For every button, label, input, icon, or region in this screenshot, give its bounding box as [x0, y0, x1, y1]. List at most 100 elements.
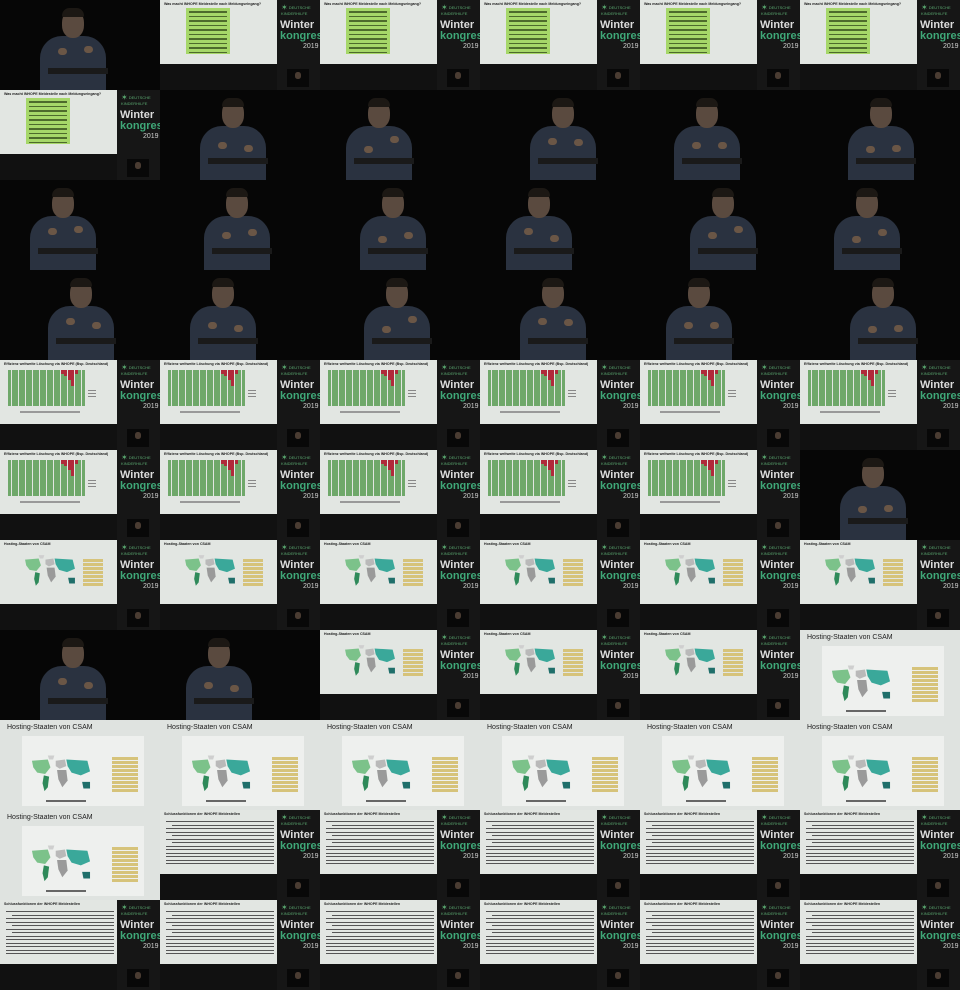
speaker-frame[interactable] — [480, 90, 640, 180]
country-row — [723, 657, 743, 660]
slide-frame-hosting[interactable]: Hosting-Staaten von CSAM DEUTSCHE KINDERH… — [640, 630, 800, 720]
map-region — [45, 558, 55, 567]
stacked-bar-chart — [168, 370, 246, 406]
speaker-frame[interactable] — [640, 90, 800, 180]
country-row — [883, 559, 903, 562]
speaker-frame[interactable] — [480, 270, 640, 360]
slide-frame-schluss[interactable]: Schlussfunktionen der INHOPE Meldestelle… — [640, 900, 800, 990]
slide-frame-schluss[interactable]: Schlussfunktionen der INHOPE Meldestelle… — [320, 900, 480, 990]
slide-frame-loeschung[interactable]: Effizienz weltweite Löschung via INHOPE … — [320, 360, 480, 450]
slide-frame-loeschung[interactable]: Effizienz weltweite Löschung via INHOPE … — [160, 360, 320, 450]
slide-frame-hosting-full[interactable]: Hosting-Staaten von CSAM — [480, 720, 640, 810]
slide-frame-hosting-full[interactable]: Hosting-Staaten von CSAM — [800, 630, 960, 720]
slide-frame-hosting-full[interactable]: Hosting-Staaten von CSAM — [0, 810, 160, 900]
slide-frame-hosting[interactable]: Hosting-Staaten von CSAM DEUTSCHE KINDERH… — [640, 540, 800, 630]
slide-frame-loeschung[interactable]: Effizienz weltweite Löschung via INHOPE … — [160, 450, 320, 540]
speaker-hair — [862, 458, 884, 467]
slide-frame-hosting[interactable]: Hosting-Staaten von CSAM DEUTSCHE KINDERH… — [480, 540, 640, 630]
slide-frame-loeschung[interactable]: Effizienz weltweite Löschung via INHOPE … — [480, 360, 640, 450]
speaker-hand — [234, 325, 243, 332]
slide-frame-loeschung[interactable]: Effizienz weltweite Löschung via INHOPE … — [640, 450, 800, 540]
slide-frame-meldestelle[interactable]: Was macht INHOPE Meldestelle nach Meldun… — [640, 0, 800, 90]
speaker-frame[interactable] — [0, 630, 160, 720]
slide-frame-meldestelle[interactable]: Was macht INHOPE Meldestelle nach Meldun… — [0, 90, 160, 180]
speaker-frame[interactable] — [160, 90, 320, 180]
country-row — [83, 575, 103, 578]
speaker-frame[interactable] — [480, 180, 640, 270]
slide-frame-hosting[interactable]: Hosting-Staaten von CSAM DEUTSCHE KINDERH… — [320, 540, 480, 630]
slide-frame-hosting[interactable]: Hosting-Staaten von CSAM DEUTSCHE KINDERH… — [0, 540, 160, 630]
speaker-frame[interactable] — [160, 270, 320, 360]
slide-frame-hosting[interactable]: Hosting-Staaten von CSAM DEUTSCHE KINDERH… — [160, 540, 320, 630]
speaker-frame[interactable] — [800, 270, 960, 360]
brand-year: 2019 — [303, 943, 319, 950]
speaker-frame[interactable] — [640, 270, 800, 360]
country-row — [563, 571, 583, 574]
map-region — [375, 759, 387, 769]
slide-frame-schluss[interactable]: Schlussfunktionen der INHOPE Meldestelle… — [160, 810, 320, 900]
slide-frame-meldestelle[interactable]: Was macht INHOPE Meldestelle nach Meldun… — [480, 0, 640, 90]
speaker-frame[interactable] — [160, 180, 320, 270]
speaker-frame[interactable] — [320, 270, 480, 360]
speaker-frame[interactable] — [320, 90, 480, 180]
country-row — [883, 583, 903, 586]
slide-frame-hosting[interactable]: Hosting-Staaten von CSAM DEUTSCHE KINDERH… — [320, 630, 480, 720]
legend-line — [888, 389, 896, 391]
speaker-frame[interactable] — [640, 180, 800, 270]
country-row — [723, 661, 743, 664]
brand-logo: DEUTSCHE KINDERHILFE — [281, 4, 320, 16]
brand-logo: DEUTSCHE KINDERHILFE — [281, 454, 320, 466]
slide-frame-hosting[interactable]: Hosting-Staaten von CSAM DEUTSCHE KINDERH… — [480, 630, 640, 720]
slide-frame-loeschung[interactable]: Effizienz weltweite Löschung via INHOPE … — [320, 450, 480, 540]
country-row — [752, 765, 778, 768]
country-row — [752, 773, 778, 776]
country-row — [243, 571, 263, 574]
slide-frame-schluss[interactable]: Schlussfunktionen der INHOPE Meldestelle… — [480, 900, 640, 990]
speaker-frame[interactable] — [800, 180, 960, 270]
bullet-line — [166, 942, 274, 944]
slide-title: Schlussfunktionen der INHOPE Meldestelle… — [644, 902, 721, 906]
bullet-line — [326, 928, 434, 930]
country-row — [112, 851, 138, 854]
slide-frame-loeschung[interactable]: Effizienz weltweite Löschung via INHOPE … — [640, 360, 800, 450]
slide-frame-schluss[interactable]: Schlussfunktionen der INHOPE Meldestelle… — [480, 810, 640, 900]
slide-frame-loeschung[interactable]: Effizienz weltweite Löschung via INHOPE … — [0, 450, 160, 540]
slide-frame-meldestelle[interactable]: Was macht INHOPE Meldestelle nach Meldun… — [160, 0, 320, 90]
speaker-frame[interactable] — [0, 0, 160, 90]
map-region — [242, 781, 251, 789]
slide-frame-schluss[interactable]: Schlussfunktionen der INHOPE Meldestelle… — [320, 810, 480, 900]
slide-frame-loeschung[interactable]: Effizienz weltweite Löschung via INHOPE … — [0, 360, 160, 450]
bullet-line — [486, 828, 594, 830]
speaker-frame[interactable] — [800, 450, 960, 540]
map-region — [855, 759, 867, 769]
slide-frame-hosting-full[interactable]: Hosting-Staaten von CSAM — [0, 720, 160, 810]
slide-frame-hosting-full[interactable]: Hosting-Staaten von CSAM — [320, 720, 480, 810]
speaker-hand — [710, 322, 719, 329]
speaker-frame[interactable] — [0, 270, 160, 360]
bullet-line — [486, 859, 594, 861]
speaker-hair — [62, 638, 84, 647]
slide-frame-schluss[interactable]: Schlussfunktionen der INHOPE Meldestelle… — [800, 810, 960, 900]
speaker-frame[interactable] — [160, 630, 320, 720]
slide-frame-hosting-full[interactable]: Hosting-Staaten von CSAM — [800, 720, 960, 810]
speaker-frame[interactable] — [800, 90, 960, 180]
country-row — [272, 777, 298, 780]
slide-frame-schluss[interactable]: Schlussfunktionen der INHOPE Meldestelle… — [160, 900, 320, 990]
brand-year: 2019 — [623, 583, 639, 590]
slide-frame-loeschung[interactable]: Effizienz weltweite Löschung via INHOPE … — [480, 450, 640, 540]
slide-title: Schlussfunktionen der INHOPE Meldestelle… — [804, 902, 881, 906]
slide-frame-hosting-full[interactable]: Hosting-Staaten von CSAM — [640, 720, 800, 810]
slide-frame-meldestelle[interactable]: Was macht INHOPE Meldestelle nach Meldun… — [800, 0, 960, 90]
slide-frame-loeschung[interactable]: Effizienz weltweite Löschung via INHOPE … — [800, 360, 960, 450]
slide-frame-hosting-full[interactable]: Hosting-Staaten von CSAM — [160, 720, 320, 810]
slide-frame-schluss[interactable]: Schlussfunktionen der INHOPE Meldestelle… — [0, 900, 160, 990]
slide-frame-schluss[interactable]: Schlussfunktionen der INHOPE Meldestelle… — [800, 900, 960, 990]
map-region — [374, 558, 395, 573]
speaker-frame[interactable] — [320, 180, 480, 270]
callout-line — [349, 29, 387, 31]
speaker-frame[interactable] — [0, 180, 160, 270]
callout-line — [349, 24, 387, 26]
slide-frame-hosting[interactable]: Hosting-Staaten von CSAM DEUTSCHE KINDERH… — [800, 540, 960, 630]
slide-frame-schluss[interactable]: Schlussfunktionen der INHOPE Meldestelle… — [640, 810, 800, 900]
slide-frame-meldestelle[interactable]: Was macht INHOPE Meldestelle nach Meldun… — [320, 0, 480, 90]
